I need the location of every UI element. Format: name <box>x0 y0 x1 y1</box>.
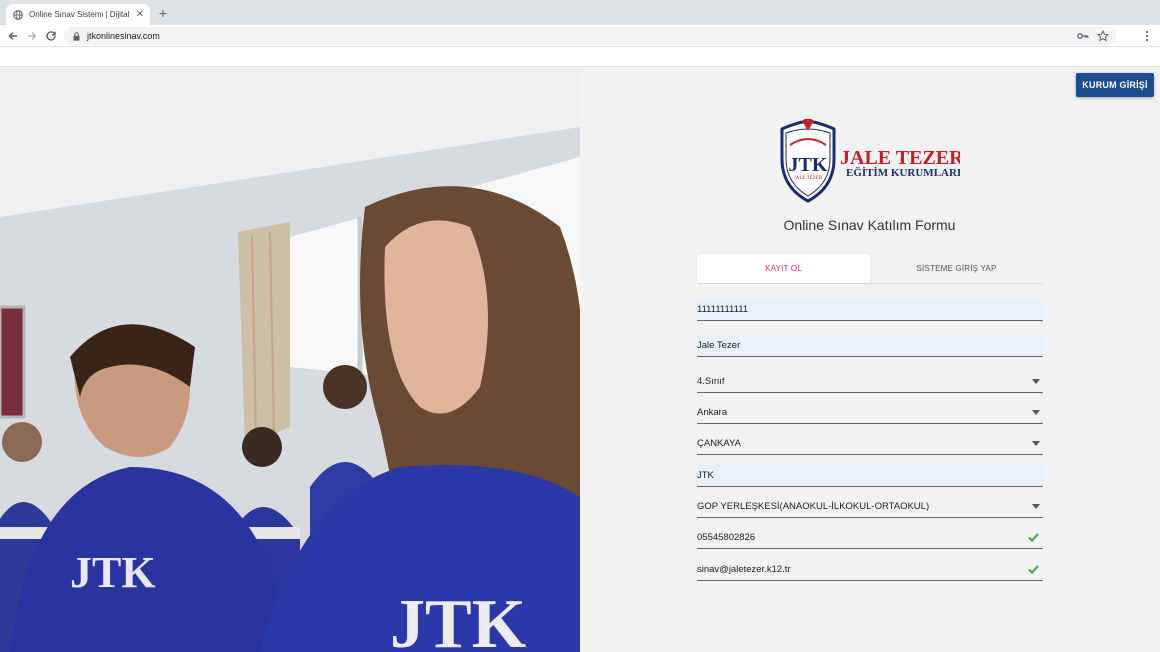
city-select[interactable]: Ankara <box>697 402 1043 424</box>
grade-value: 4.Sınıf <box>697 376 725 387</box>
close-icon[interactable]: ✕ <box>136 9 144 20</box>
svg-text:JTK: JTK <box>390 586 526 652</box>
grade-select[interactable]: 4.Sınıf <box>697 371 1043 393</box>
browser-tabstrip: Online Sınav Sistemi | Dijital Ö... ✕ + <box>0 0 1160 25</box>
svg-text:JTK: JTK <box>70 548 156 597</box>
name-value: Jale Tezer <box>697 340 741 351</box>
url-text: jtkonlinesinav.com <box>87 31 160 41</box>
campus-value: GOP YERLEŞKESİ(ANAOKUL-İLKOKUL-ORTAOKUL) <box>697 501 930 512</box>
jtk-logo: JTK JALE TEZER JALE TEZER EĞİTİM KURUMLA… <box>780 118 964 203</box>
caret-down-icon <box>1031 377 1041 387</box>
new-tab-icon[interactable]: + <box>156 6 170 20</box>
globe-icon <box>12 9 23 20</box>
tc-number-value: 11111111111 <box>697 304 749 315</box>
back-icon[interactable] <box>6 29 20 43</box>
form-tabs: KAYIT OL SİSTEME GİRİŞ YAP <box>697 254 1043 284</box>
form-title: Online Sınav Katılım Formu <box>783 217 956 233</box>
reload-icon[interactable] <box>44 29 58 43</box>
forward-icon[interactable] <box>25 29 39 43</box>
email-value: sinav@jaletezer.k12.tr <box>697 564 791 575</box>
school-value: JTK <box>697 470 714 481</box>
browser-tab[interactable]: Online Sınav Sistemi | Dijital Ö... ✕ <box>6 4 150 25</box>
key-icon[interactable] <box>1076 29 1090 43</box>
caret-down-icon <box>1031 502 1041 512</box>
logo-name-line2: EĞİTİM KURUMLARI <box>846 166 960 179</box>
campus-select[interactable]: GOP YERLEŞKESİ(ANAOKUL-İLKOKUL-ORTAOKUL) <box>697 496 1043 518</box>
caret-down-icon <box>1031 408 1041 418</box>
school-field[interactable]: JTK <box>697 465 1043 487</box>
check-icon <box>1027 532 1039 544</box>
caret-down-icon <box>1031 439 1041 449</box>
hero-photo: JTK JTK <box>0 67 580 652</box>
email-field[interactable]: sinav@jaletezer.k12.tr <box>697 559 1043 581</box>
phone-value: 05545802826 <box>697 532 756 543</box>
kurum-girisi-button[interactable]: KURUM GİRİŞİ <box>1076 73 1154 97</box>
tab-sisteme-giris[interactable]: SİSTEME GİRİŞ YAP <box>870 254 1043 283</box>
browser-toolbar: jtkonlinesinav.com <box>0 25 1160 47</box>
check-icon <box>1027 564 1039 576</box>
name-field[interactable]: Jale Tezer <box>697 335 1043 357</box>
lock-icon <box>73 31 81 41</box>
menu-kebab-icon[interactable] <box>1140 29 1154 43</box>
district-select[interactable]: ÇANKAYA <box>697 433 1043 455</box>
logo-name-line1: JALE TEZER <box>840 147 960 169</box>
star-icon[interactable] <box>1096 29 1110 43</box>
address-bar[interactable]: jtkonlinesinav.com <box>64 27 1116 45</box>
logo-shield-subtext: JALE TEZER <box>794 176 823 181</box>
page-content: JTK JTK KURUM GİRİŞİ JTK JALE TEZER JALE… <box>0 67 1160 652</box>
tab-kayit-ol[interactable]: KAYIT OL <box>697 254 870 283</box>
phone-field[interactable]: 05545802826 <box>697 527 1043 549</box>
tab-title: Online Sınav Sistemi | Dijital Ö... <box>29 10 132 19</box>
page-top-bar <box>0 47 1160 67</box>
form-pane: KURUM GİRİŞİ JTK JALE TEZER JALE TEZER E… <box>580 67 1160 652</box>
district-value: ÇANKAYA <box>697 438 741 449</box>
tc-number-field[interactable]: 11111111111 <box>697 299 1043 321</box>
city-value: Ankara <box>697 407 728 418</box>
logo-shield-text: JTK <box>789 154 828 176</box>
